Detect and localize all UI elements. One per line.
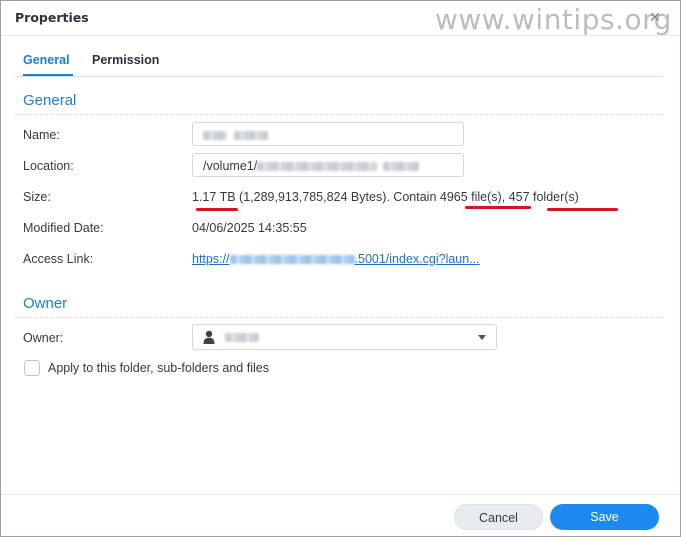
size-label: Size: <box>23 190 51 204</box>
section-divider <box>15 114 663 115</box>
redacted-text <box>234 131 269 141</box>
location-field[interactable]: /volume1/ <box>192 153 464 177</box>
highlight-underline-files <box>465 206 531 209</box>
name-label: Name: <box>23 128 60 142</box>
size-separator: , <box>501 190 509 204</box>
location-label: Location: <box>23 159 74 173</box>
folder-count: 457 folder(s) <box>508 190 579 204</box>
title-bar: Properties www.wintips.org ✕ <box>1 1 680 36</box>
dialog-footer: Cancel Save <box>1 494 680 536</box>
modified-date-label: Modified Date: <box>23 221 104 235</box>
access-link[interactable]: https:// .5001/index.cgi?laun... <box>192 252 480 266</box>
tab-general[interactable]: General <box>23 53 70 67</box>
file-count: 4965 file(s) <box>439 190 502 204</box>
redacted-text <box>383 162 420 172</box>
active-tab-indicator <box>23 74 73 76</box>
general-section-title: General <box>23 92 77 109</box>
size-value: 1.17 TB (1,289,913,785,824 Bytes). Conta… <box>192 190 579 204</box>
size-tb: 1.17 TB <box>192 190 236 204</box>
location-prefix: /volume1/ <box>203 159 258 173</box>
redacted-text <box>229 255 355 265</box>
tab-permission[interactable]: Permission <box>92 53 159 67</box>
cancel-button[interactable]: Cancel <box>454 504 543 530</box>
save-button[interactable]: Save <box>550 504 659 530</box>
access-link-prefix: https:// <box>192 252 230 266</box>
redacted-text <box>257 162 378 172</box>
access-link-label: Access Link: <box>23 252 94 266</box>
apply-recursive-label[interactable]: Apply to this folder, sub-folders and fi… <box>48 361 269 375</box>
properties-dialog: Properties www.wintips.org ✕ General Per… <box>0 0 681 537</box>
owner-section-title: Owner <box>23 295 68 312</box>
chevron-down-icon <box>478 335 486 340</box>
redacted-text <box>203 131 227 141</box>
apply-recursive-checkbox[interactable] <box>24 360 40 376</box>
name-field[interactable] <box>192 122 464 146</box>
redacted-text <box>225 333 259 342</box>
owner-select[interactable] <box>192 324 497 350</box>
close-icon[interactable]: ✕ <box>648 11 662 25</box>
section-divider <box>15 317 663 318</box>
name-value <box>203 128 269 142</box>
watermark: www.wintips.org <box>435 3 672 36</box>
dialog-title: Properties <box>15 10 89 25</box>
owner-label: Owner: <box>23 331 64 345</box>
highlight-underline-folders <box>547 208 618 211</box>
tab-bar: General Permission <box>15 36 663 77</box>
location-value: /volume1/ <box>203 159 420 173</box>
size-bytes: (1,289,913,785,824 Bytes). Contain <box>235 190 440 204</box>
highlight-underline-tb <box>196 208 238 211</box>
access-link-suffix: .5001/index.cgi?laun... <box>354 252 480 266</box>
user-icon <box>203 330 215 344</box>
modified-date-value: 04/06/2025 14:35:55 <box>192 221 307 235</box>
